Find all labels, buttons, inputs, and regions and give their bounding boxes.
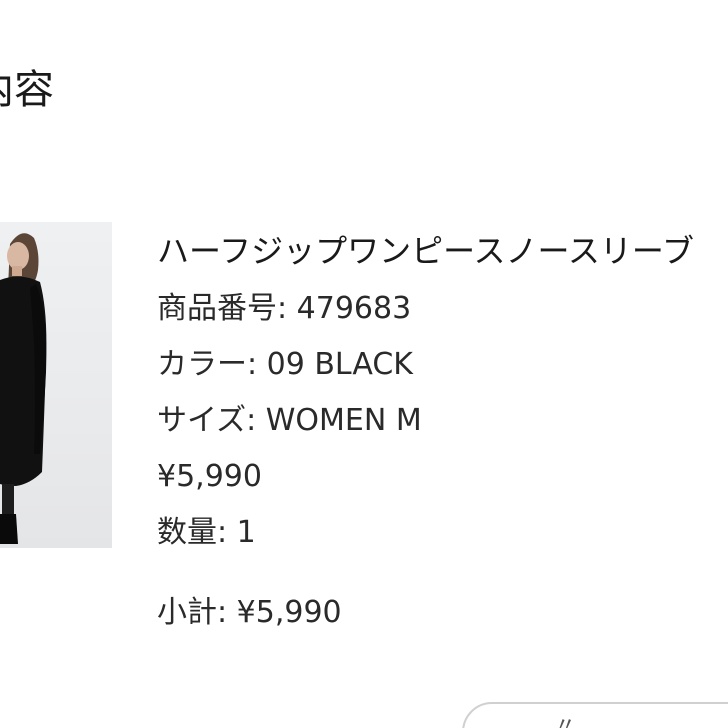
partial-action-button-label: 〃 [554, 714, 577, 728]
order-contents-page: 内容 ハーフジップワンピースノースリーブ 商品番号: 479683 カラー: 0… [0, 0, 728, 728]
product-size: サイズ: WOMEN M [157, 403, 422, 438]
partial-action-button[interactable]: 〃 [462, 702, 728, 728]
product-price: ¥5,990 [157, 459, 262, 494]
product-number: 商品番号: 479683 [157, 291, 412, 326]
product-photo-figure [0, 233, 47, 544]
product-name[interactable]: ハーフジップワンピースノースリーブ [157, 226, 728, 276]
product-quantity: 数量: 1 [157, 515, 256, 550]
section-heading: 内容 [0, 67, 54, 113]
product-image[interactable] [0, 222, 112, 548]
product-color: カラー: 09 BLACK [157, 347, 413, 382]
subtotal: 小計: ¥5,990 [157, 595, 342, 630]
product-info: ハーフジップワンピースノースリーブ 商品番号: 479683 カラー: 09 B… [157, 226, 728, 641]
